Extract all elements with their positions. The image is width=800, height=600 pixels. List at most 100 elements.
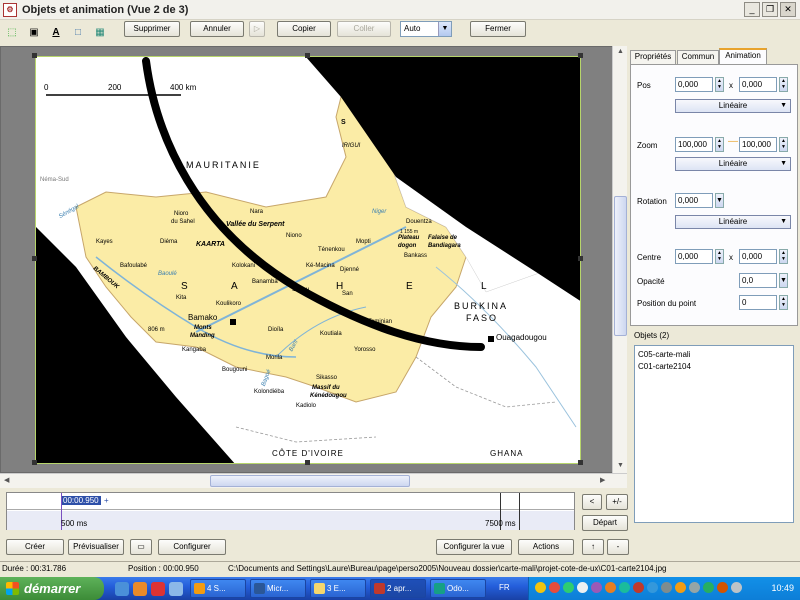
tab-commun[interactable]: Commun: [677, 50, 719, 64]
resize-handle-tl[interactable]: [32, 53, 37, 58]
centre-y-spinner[interactable]: ▲ ▼: [779, 249, 788, 264]
resize-handle-br[interactable]: [578, 460, 583, 465]
object-item[interactable]: C05-carte-mali: [638, 350, 690, 359]
horizontal-scroll-thumb[interactable]: [210, 475, 410, 487]
tray-icon[interactable]: [703, 582, 714, 593]
timeline[interactable]: 00:00.950 + 500 ms 7500 ms: [6, 492, 575, 530]
fermer-button[interactable]: Fermer: [470, 21, 526, 37]
resize-handle-bl[interactable]: [32, 460, 37, 465]
select-rect-icon[interactable]: ⬚: [4, 25, 20, 41]
pos-x-spinner[interactable]: ▲ ▼: [715, 77, 724, 92]
media-icon[interactable]: [151, 582, 165, 596]
scroll-right-icon[interactable]: ▶: [600, 476, 605, 484]
centre-y-input[interactable]: 0,000: [739, 249, 777, 264]
tray-icon[interactable]: [591, 582, 602, 593]
annuler-button[interactable]: Annuler: [190, 21, 244, 37]
task-item[interactable]: 3 E...: [310, 579, 366, 598]
copier-button[interactable]: Copier: [277, 21, 331, 37]
supprimer-button[interactable]: Supprimer: [124, 21, 180, 37]
creer-button[interactable]: Créer: [6, 539, 64, 555]
tab-proprietes[interactable]: Propriétés: [630, 50, 676, 64]
tray-icon[interactable]: [563, 582, 574, 593]
pos-x-input[interactable]: 0,000: [675, 77, 713, 92]
zoom-link-icon[interactable]: —: [728, 136, 738, 147]
tray-icon[interactable]: [661, 582, 672, 593]
desktop-icon[interactable]: [169, 582, 183, 596]
configurer-button[interactable]: Configurer: [158, 539, 226, 555]
mode-select[interactable]: Auto ▼: [400, 21, 452, 37]
scroll-down-icon[interactable]: ▼: [617, 462, 624, 469]
rotation-interpolation-dropdown[interactable]: Linéaire ▼: [675, 215, 791, 229]
vertical-scrollbar[interactable]: ▲ ▼: [612, 46, 627, 473]
timeline-ruler[interactable]: 00:00.950 +: [7, 493, 574, 510]
resize-handle-t[interactable]: [305, 53, 310, 58]
scroll-up-icon[interactable]: ▲: [617, 48, 624, 55]
task-item[interactable]: 4 S...: [190, 579, 246, 598]
depart-button[interactable]: Départ: [582, 515, 628, 531]
resize-handle-r[interactable]: [578, 256, 583, 261]
tray-icon[interactable]: [717, 582, 728, 593]
configurer-la-vue-button[interactable]: Configurer la vue: [436, 539, 512, 555]
pos-y-input[interactable]: 0,000: [739, 77, 777, 92]
language-indicator[interactable]: FR: [499, 583, 510, 592]
opacite-dropdown-icon[interactable]: ▼: [779, 273, 788, 288]
pos-y-spinner[interactable]: ▲ ▼: [779, 77, 788, 92]
coller-button[interactable]: Coller: [337, 21, 391, 37]
tray-icon[interactable]: [675, 582, 686, 593]
timeline-zoom-button[interactable]: +/-: [606, 494, 628, 510]
tray-icon[interactable]: [647, 582, 658, 593]
layout-icon[interactable]: ▭: [130, 539, 152, 555]
zoom-x-input[interactable]: 100,000: [675, 137, 713, 152]
resize-handle-l[interactable]: [32, 256, 37, 261]
resize-handle-b[interactable]: [305, 460, 310, 465]
rectangle-tool-icon[interactable]: □: [70, 25, 86, 41]
pos-interpolation-dropdown[interactable]: Linéaire ▼: [675, 99, 791, 113]
tray-icon[interactable]: [633, 582, 644, 593]
tab-animation[interactable]: Animation: [719, 48, 767, 65]
position-point-input[interactable]: 0: [739, 295, 777, 310]
image-tool-icon[interactable]: ▣: [26, 25, 42, 41]
position-point-spinner[interactable]: ▲ ▼: [779, 295, 788, 310]
text-tool-icon[interactable]: A: [48, 25, 64, 41]
task-item[interactable]: 2 apr...: [370, 579, 426, 598]
tray-icon[interactable]: [549, 582, 560, 593]
tray-icon[interactable]: [535, 582, 546, 593]
opacite-input[interactable]: 0,0: [739, 273, 777, 288]
object-item[interactable]: C01-carte2104: [638, 362, 691, 371]
picture-tool-icon[interactable]: ▦: [92, 25, 108, 41]
objects-list[interactable]: C05-carte-mali C01-carte2104: [634, 345, 794, 523]
scroll-left-icon[interactable]: ◀: [4, 476, 9, 484]
actions-button[interactable]: Actions: [518, 539, 574, 555]
remove-icon[interactable]: -: [607, 539, 629, 555]
move-up-icon[interactable]: ↑: [582, 539, 604, 555]
timeline-prev-button[interactable]: <: [582, 494, 602, 510]
tray-icon[interactable]: [605, 582, 616, 593]
ie-icon[interactable]: [115, 582, 129, 596]
rotation-input[interactable]: 0,000: [675, 193, 713, 208]
horizontal-scrollbar[interactable]: ◀ ▶: [0, 473, 627, 488]
start-button[interactable]: démarrer: [0, 577, 104, 600]
task-item[interactable]: Micr...: [250, 579, 306, 598]
previsualiser-button[interactable]: Prévisualiser: [68, 539, 124, 555]
zoom-interpolation-dropdown[interactable]: Linéaire ▼: [675, 157, 791, 171]
volume-icon[interactable]: [731, 582, 742, 593]
centre-x-spinner[interactable]: ▲ ▼: [715, 249, 724, 264]
zoom-y-spinner[interactable]: ▲ ▼: [779, 137, 788, 152]
close-button[interactable]: ✕: [780, 2, 796, 17]
resize-handle-tr[interactable]: [578, 53, 583, 58]
map-image[interactable]: 0 200 400 km MAURITANIE S IRIGUI S A H E…: [35, 56, 581, 464]
tray-icon[interactable]: [689, 582, 700, 593]
task-item[interactable]: Odo...: [430, 579, 486, 598]
redo-icon[interactable]: ▷: [249, 21, 265, 37]
rotation-dropdown-icon[interactable]: ▼: [715, 193, 724, 208]
zoom-x-spinner[interactable]: ▲ ▼: [715, 137, 724, 152]
minimize-button[interactable]: _: [744, 2, 760, 17]
firefox-icon[interactable]: [133, 582, 147, 596]
canvas-area[interactable]: 0 200 400 km MAURITANIE S IRIGUI S A H E…: [0, 46, 627, 473]
centre-x-input[interactable]: 0,000: [675, 249, 713, 264]
zoom-y-input[interactable]: 100,000: [739, 137, 777, 152]
maximize-button[interactable]: ❐: [762, 2, 778, 17]
tray-icon[interactable]: [577, 582, 588, 593]
tray-icon[interactable]: [619, 582, 630, 593]
vertical-scroll-thumb[interactable]: [614, 196, 627, 336]
